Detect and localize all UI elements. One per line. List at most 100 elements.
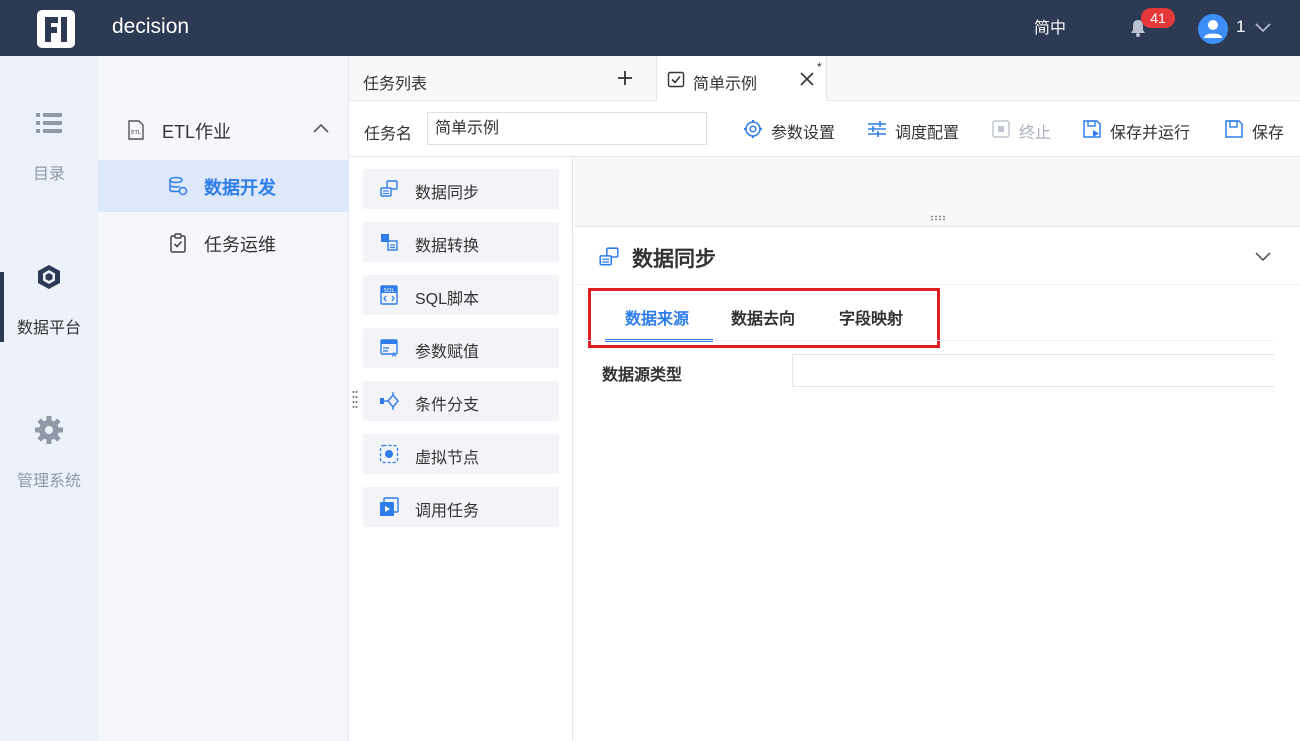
button-label: 调度配置 (895, 125, 960, 142)
task-check-icon (667, 71, 685, 88)
nav-item-data-development[interactable]: 数据开发 (98, 160, 349, 212)
datasource-type-select[interactable] (792, 354, 1274, 387)
clipboard-check-icon (170, 233, 186, 253)
nav-item-directory[interactable]: 目录 (0, 108, 98, 183)
button-label: 参数设置 (771, 125, 836, 142)
settings-icon (744, 120, 762, 138)
node-label: 数据同步 (415, 185, 480, 202)
chevron-down-icon[interactable] (1254, 18, 1272, 36)
virtual-node-icon (379, 444, 399, 464)
tab-data-source[interactable]: 数据来源 (611, 291, 719, 342)
nav-label: 数据平台 (16, 320, 81, 337)
nav-item-label: 任务运维 (204, 235, 276, 255)
stop-button[interactable]: 终止 (991, 118, 1061, 142)
svg-text:ETL: ETL (131, 130, 142, 136)
data-sync-icon (599, 247, 619, 266)
sql-script-icon: SQL (380, 285, 398, 305)
param-assign-icon: A (380, 339, 398, 358)
nav-label: 管理系统 (16, 473, 81, 490)
button-label: 保存并运行 (1110, 125, 1191, 142)
panel-title: 数据同步 (632, 248, 716, 271)
task-name-label: 任务名 (364, 126, 413, 143)
svg-text:A: A (392, 351, 397, 358)
tabs-divider (588, 340, 1274, 341)
stop-icon (992, 120, 1010, 138)
tab-label: 任务列表 (363, 76, 428, 93)
top-bar: decision 简中 41 1 (0, 0, 1300, 56)
nav-group-label: ETL作业 (162, 122, 232, 142)
database-gear-icon (169, 176, 188, 196)
nav-group-etl[interactable]: ETL ETL作业 (98, 106, 349, 154)
panel-resize-handle-icon[interactable] (930, 215, 946, 221)
task-toolbar: 任务名 简单示例 参数设置 调度配置 终止 保存并运行 保存 (349, 101, 1300, 157)
node-label: SQL脚本 (415, 291, 480, 308)
node-data-transform[interactable]: 数据转换 (363, 222, 559, 262)
data-sync-icon (380, 180, 398, 197)
sliders-icon (868, 121, 886, 137)
tab-label: 简单示例 (693, 76, 758, 93)
tab-field-mapping[interactable]: 字段映射 (827, 291, 935, 342)
svg-text:SQL: SQL (384, 288, 396, 294)
save-icon (1225, 120, 1243, 138)
nav-item-data-platform[interactable]: 数据平台 (0, 262, 98, 337)
tab-label: 字段映射 (839, 311, 904, 328)
node-condition-branch[interactable]: 条件分支 (363, 381, 559, 421)
param-settings-button[interactable]: 参数设置 (743, 118, 843, 142)
save-button[interactable]: 保存 (1224, 118, 1288, 142)
nav-item-admin[interactable]: 管理系统 (0, 415, 98, 490)
tab-data-destination[interactable]: 数据去向 (719, 291, 827, 342)
button-label: 保存 (1252, 125, 1285, 142)
nav-label: 目录 (32, 166, 65, 183)
tab-simple-example[interactable]: 简单示例 * (657, 56, 827, 101)
tab-task-list[interactable]: 任务列表 (349, 56, 657, 101)
node-sql-script[interactable]: SQL SQL脚本 (363, 275, 559, 315)
panel-header: 数据同步 (574, 228, 1300, 285)
node-virtual-node[interactable]: 虚拟节点 (363, 434, 559, 474)
node-label: 调用任务 (415, 503, 480, 520)
nav-item-label: 数据开发 (204, 178, 276, 198)
language-switcher[interactable]: 简中 (1034, 14, 1066, 38)
node-param-assign[interactable]: A 参数赋值 (363, 328, 559, 368)
list-icon (36, 113, 62, 133)
node-label: 数据转换 (415, 238, 480, 255)
tab-bar: 任务列表 简单示例 * (349, 56, 1300, 101)
call-task-icon (380, 497, 399, 516)
node-data-sync[interactable]: 数据同步 (363, 169, 559, 209)
app-title: decision (112, 15, 190, 38)
node-palette: 数据同步 数据转换 SQL SQL脚本 A 参数赋值 条件分支 虚拟节点 调用任… (349, 157, 573, 741)
flow-canvas[interactable] (574, 157, 1300, 227)
secondary-nav: ETL ETL作业 数据开发 任务运维 (98, 56, 349, 741)
data-transform-icon (381, 234, 398, 251)
resize-handle-icon[interactable] (352, 390, 358, 410)
chevron-up-icon[interactable] (312, 120, 330, 138)
user-avatar[interactable] (1198, 14, 1228, 44)
cube-icon (38, 265, 60, 289)
save-run-icon (1083, 120, 1101, 138)
app-logo-icon (37, 10, 75, 48)
node-label: 虚拟节点 (415, 450, 480, 467)
schedule-config-button[interactable]: 调度配置 (867, 118, 967, 142)
node-label: 参数赋值 (415, 344, 480, 361)
node-property-panel: 数据同步 数据来源 数据去向 字段映射 数据源类型 (574, 228, 1300, 741)
gear-icon (35, 416, 63, 444)
user-icon (1204, 20, 1222, 38)
add-icon[interactable] (616, 69, 634, 87)
branch-icon (380, 392, 399, 410)
tab-label: 数据来源 (625, 311, 690, 328)
primary-nav: 目录 数据平台 管理系统 (0, 56, 98, 741)
chevron-down-icon[interactable] (1253, 246, 1273, 266)
user-name[interactable]: 1 (1236, 17, 1245, 37)
task-name-input[interactable]: 简单示例 (427, 112, 707, 145)
datasource-type-label: 数据源类型 (602, 367, 683, 384)
etl-file-icon: ETL (128, 120, 144, 140)
notification-count-badge: 41 (1141, 8, 1175, 28)
button-label: 终止 (1019, 125, 1052, 142)
unsaved-marker: * (817, 60, 822, 74)
node-call-task[interactable]: 调用任务 (363, 487, 559, 527)
node-label: 条件分支 (415, 397, 480, 414)
save-and-run-button[interactable]: 保存并运行 (1082, 118, 1198, 142)
config-tabs-highlight: 数据来源 数据去向 字段映射 (588, 288, 940, 348)
close-icon[interactable] (800, 72, 814, 86)
nav-item-task-ops[interactable]: 任务运维 (98, 217, 349, 269)
tab-label: 数据去向 (731, 311, 796, 328)
